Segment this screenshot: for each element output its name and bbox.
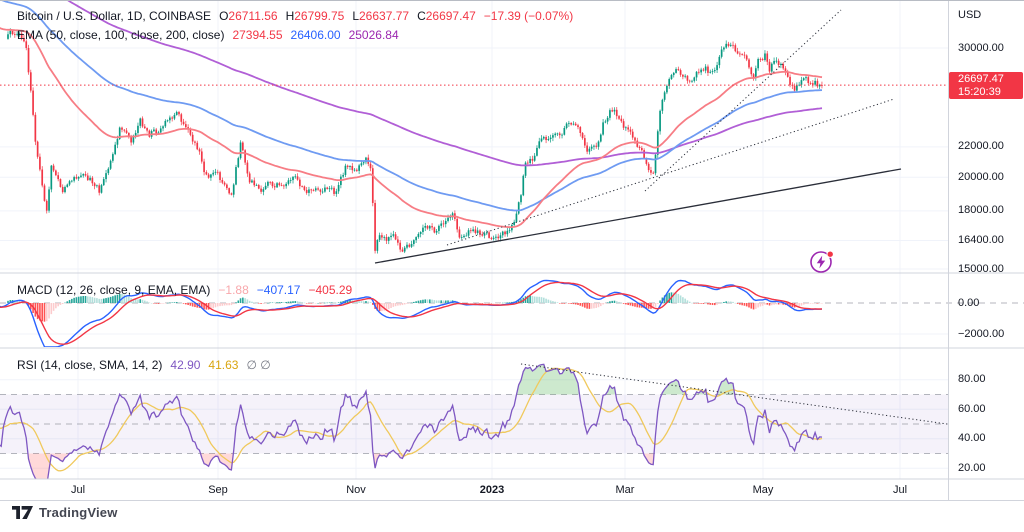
tradingview-chart-window: Bitcoin / U.S. Dollar, 1D, COINBASE O267…: [0, 0, 1024, 532]
rsi-label[interactable]: RSI (14, close, SMA, 14, 2): [17, 358, 162, 372]
symbol-header: Bitcoin / U.S. Dollar, 1D, COINBASE O267…: [17, 9, 573, 23]
macd-header: MACD (12, 26, close, 9, EMA, EMA) −1.88 …: [17, 283, 352, 297]
time-axis-label: 2023: [480, 484, 504, 497]
macd-hist-value: −1.88: [218, 283, 248, 297]
rsi-axis-label: 80.00: [958, 373, 986, 386]
rsi-axis-label: 20.00: [958, 462, 986, 475]
price-axis-label: 15000.00: [958, 263, 1004, 276]
last-price-value: 26697.47: [958, 73, 1023, 86]
price-axis-label: 16400.00: [958, 234, 1004, 247]
flash-trade-button[interactable]: [807, 247, 837, 277]
ema-label[interactable]: EMA (50, close, 100, close, 200, close): [17, 28, 224, 42]
price-change: −17.39 (−0.07%): [484, 9, 573, 23]
rsi-axis-label: 40.00: [958, 432, 986, 445]
currency-label: USD: [958, 9, 981, 22]
price-axis-label: 22000.00: [958, 140, 1004, 153]
symbol-title[interactable]: Bitcoin / U.S. Dollar, 1D, COINBASE: [17, 9, 211, 23]
tradingview-logo[interactable]: TradingView: [12, 505, 118, 520]
macd-line-value: −407.17: [257, 283, 301, 297]
ohlc-high: H26799.75: [286, 9, 345, 23]
rsi-value: 42.90: [170, 358, 200, 372]
ohlc-open: O26711.56: [219, 9, 278, 23]
last-price-tag: 26697.47 15:20:39: [949, 72, 1023, 99]
ohlc-close: C26697.47: [417, 9, 476, 23]
ema-header: EMA (50, close, 100, close, 200, close) …: [17, 28, 399, 42]
time-axis-label: Sep: [208, 484, 228, 497]
time-axis-label: Jul: [893, 484, 907, 497]
tradingview-mark-icon: [12, 505, 33, 520]
time-axis-label: May: [753, 484, 774, 497]
macd-axis-label: −2000.00: [958, 328, 1004, 341]
price-chart-svg[interactable]: [0, 1, 1024, 532]
price-axis-label: 20000.00: [958, 171, 1004, 184]
bar-countdown: 15:20:39: [958, 86, 1023, 99]
time-axis-label: Jul: [71, 484, 85, 497]
rsi-header: RSI (14, close, SMA, 14, 2) 42.90 41.63 …: [17, 358, 271, 372]
ohlc-low: L26637.77: [352, 9, 409, 23]
rsi-axis-label: 60.00: [958, 403, 986, 416]
macd-label[interactable]: MACD (12, 26, close, 9, EMA, EMA): [17, 283, 210, 297]
tradingview-label: TradingView: [39, 505, 118, 520]
rsi-ma-value: 41.63: [208, 358, 238, 372]
ema100-value: 26406.00: [291, 28, 341, 42]
lightning-icon: [807, 247, 837, 277]
rsi-empty-values: ∅ ∅: [246, 358, 270, 372]
ema200-value: 25026.84: [349, 28, 399, 42]
ema50-value: 27394.55: [232, 28, 282, 42]
price-axis-label: 18000.00: [958, 204, 1004, 217]
macd-axis-label: 0.00: [958, 297, 979, 310]
time-axis-label: Mar: [616, 484, 635, 497]
macd-signal-value: −405.29: [308, 283, 352, 297]
time-axis-label: Nov: [346, 484, 366, 497]
price-axis-label: 30000.00: [958, 42, 1004, 55]
